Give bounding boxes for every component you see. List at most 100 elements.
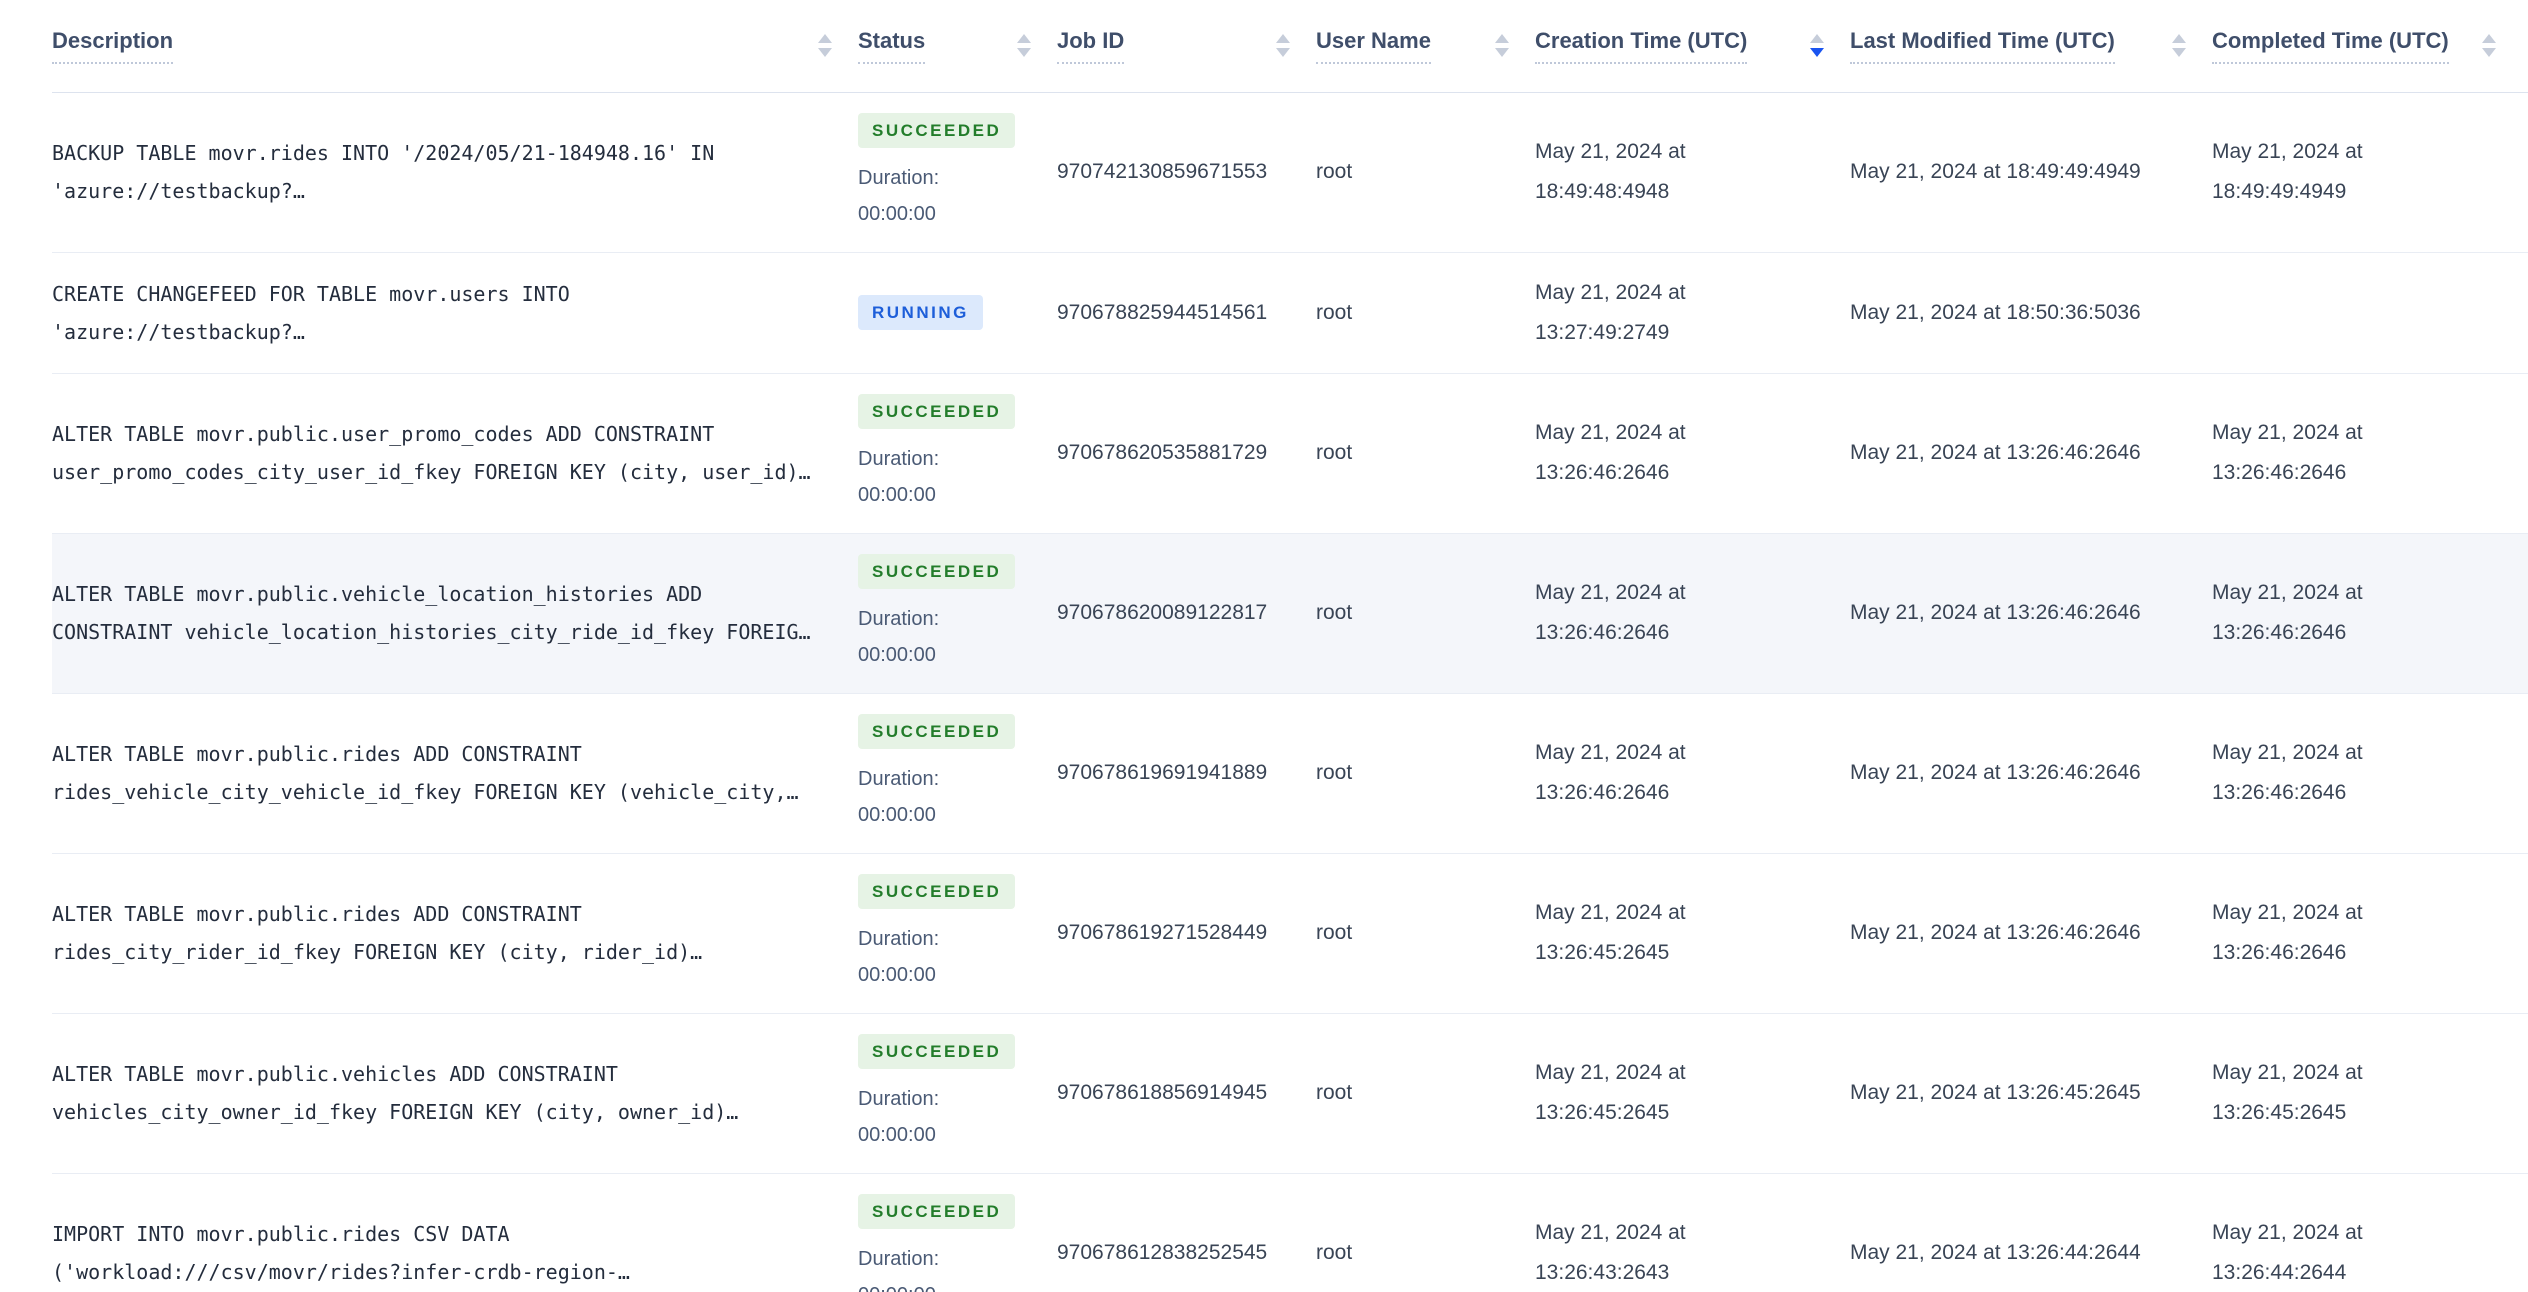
duration-value: 00:00:00 (858, 1277, 1031, 1292)
user-name: root (1316, 533, 1535, 694)
column-label-last-modified-time[interactable]: Last Modified Time (UTC) (1850, 28, 2115, 64)
column-header-user-name[interactable]: User Name (1316, 0, 1535, 93)
table-row[interactable]: ALTER TABLE movr.public.rides ADD CONSTR… (52, 693, 2528, 854)
duration-value: 00:00:00 (858, 643, 936, 666)
sort-desc-icon[interactable] (2482, 48, 2496, 58)
creation-time: May 21, 2024 at 13:26:46:2646 (1535, 741, 1686, 804)
creation-time-cell: May 21, 2024 at 13:26:43:2643 (1535, 1173, 1850, 1292)
column-label-job-id[interactable]: Job ID (1057, 28, 1125, 64)
duration-label: Duration: (858, 607, 940, 630)
sort-icon[interactable] (1495, 34, 1509, 58)
last-modified-time: May 21, 2024 at 18:50:36:5036 (1850, 300, 2141, 324)
job-description[interactable]: BACKUP TABLE movr.rides INTO '/2024/05/2… (52, 134, 832, 210)
sort-icon[interactable] (1810, 34, 1824, 58)
column-header-last-modified-time[interactable]: Last Modified Time (UTC) (1850, 0, 2212, 93)
sort-asc-icon[interactable] (1276, 34, 1290, 44)
job-description[interactable]: ALTER TABLE movr.public.vehicles ADD CON… (52, 1055, 832, 1131)
job-description-cell[interactable]: BACKUP TABLE movr.rides INTO '/2024/05/2… (52, 92, 858, 253)
column-label-completed-time[interactable]: Completed Time (UTC) (2212, 28, 2449, 64)
sort-asc-icon[interactable] (818, 34, 832, 44)
sort-desc-icon[interactable] (1017, 48, 1031, 58)
job-id: 970678619691941889 (1057, 693, 1316, 854)
column-label-status[interactable]: Status (858, 28, 926, 64)
table-row[interactable]: ALTER TABLE movr.public.user_promo_codes… (52, 373, 2528, 534)
table-row[interactable]: ALTER TABLE movr.public.rides ADD CONSTR… (52, 853, 2528, 1014)
sort-icon[interactable] (2172, 34, 2186, 58)
creation-time: May 21, 2024 at 13:26:46:2646 (1535, 421, 1686, 484)
last-modified-time: May 21, 2024 at 13:26:46:2646 (1850, 761, 2141, 784)
job-description[interactable]: CREATE CHANGEFEED FOR TABLE movr.users I… (52, 275, 832, 351)
job-status-cell: SUCCEEDED Duration: 00:00:00 (858, 1173, 1057, 1292)
job-id: 970678825944514561 (1057, 252, 1316, 374)
column-label-user-name[interactable]: User Name (1316, 28, 1431, 64)
job-description-cell[interactable]: CREATE CHANGEFEED FOR TABLE movr.users I… (52, 252, 858, 374)
status-badge: SUCCEEDED (858, 873, 1016, 909)
creation-time-cell: May 21, 2024 at 13:27:49:2749 (1535, 252, 1850, 374)
duration-label: Duration: (858, 767, 940, 790)
job-description-cell[interactable]: IMPORT INTO movr.public.rides CSV DATA (… (52, 1173, 858, 1292)
status-badge: RUNNING (858, 295, 983, 330)
job-id: 970678619271528449 (1057, 853, 1316, 1014)
sort-icon[interactable] (818, 34, 832, 58)
sort-icon[interactable] (1276, 34, 1290, 58)
table-row[interactable]: CREATE CHANGEFEED FOR TABLE movr.users I… (52, 252, 2528, 374)
sort-icon[interactable] (2482, 34, 2496, 58)
column-label-creation-time[interactable]: Creation Time (UTC) (1535, 28, 1748, 64)
job-description[interactable]: ALTER TABLE movr.public.rides ADD CONSTR… (52, 895, 832, 971)
last-modified-time-cell: May 21, 2024 at 13:26:46:2646 (1850, 693, 2212, 854)
completed-time-cell: May 21, 2024 at 18:49:49:4949 (2212, 92, 2528, 253)
status-badge: SUCCEEDED (858, 1193, 1016, 1229)
sort-asc-icon[interactable] (1810, 34, 1824, 44)
column-label-description[interactable]: Description (52, 28, 174, 64)
creation-time-cell: May 21, 2024 at 13:26:45:2645 (1535, 1013, 1850, 1174)
status-badge: SUCCEEDED (858, 112, 1016, 148)
sort-asc-icon[interactable] (1495, 34, 1509, 44)
job-description[interactable]: ALTER TABLE movr.public.rides ADD CONSTR… (52, 735, 832, 811)
last-modified-time-cell: May 21, 2024 at 13:26:46:2646 (1850, 373, 2212, 534)
sort-desc-icon[interactable] (1810, 48, 1824, 58)
sort-icon[interactable] (1017, 34, 1031, 58)
column-header-creation-time[interactable]: Creation Time (UTC) (1535, 0, 1850, 93)
duration-value: 00:00:00 (858, 963, 936, 986)
job-description-cell[interactable]: ALTER TABLE movr.public.rides ADD CONSTR… (52, 853, 858, 1014)
job-description-cell[interactable]: ALTER TABLE movr.public.vehicles ADD CON… (52, 1013, 858, 1174)
job-description-cell[interactable]: ALTER TABLE movr.public.rides ADD CONSTR… (52, 693, 858, 854)
creation-time: May 21, 2024 at 13:26:45:2645 (1535, 901, 1686, 964)
table-row[interactable]: ALTER TABLE movr.public.vehicle_location… (52, 533, 2528, 694)
job-description-cell[interactable]: ALTER TABLE movr.public.vehicle_location… (52, 533, 858, 694)
sort-desc-icon[interactable] (2172, 48, 2186, 58)
creation-time-cell: May 21, 2024 at 13:26:46:2646 (1535, 373, 1850, 534)
sort-desc-icon[interactable] (1495, 48, 1509, 58)
last-modified-time: May 21, 2024 at 13:26:45:2645 (1850, 1081, 2141, 1104)
creation-time: May 21, 2024 at 13:26:45:2645 (1535, 1061, 1686, 1124)
sort-desc-icon[interactable] (1276, 48, 1290, 58)
completed-time-cell (2212, 252, 2528, 374)
job-description-cell[interactable]: ALTER TABLE movr.public.user_promo_codes… (52, 373, 858, 534)
duration-value: 00:00:00 (858, 202, 936, 225)
column-header-completed-time[interactable]: Completed Time (UTC) (2212, 0, 2528, 93)
jobs-table-container: Description Status Job ID User Name Crea… (0, 0, 2528, 1292)
completed-time-cell: May 21, 2024 at 13:26:46:2646 (2212, 853, 2528, 1014)
last-modified-time: May 21, 2024 at 13:26:46:2646 (1850, 441, 2141, 464)
sort-desc-icon[interactable] (818, 48, 832, 58)
sort-asc-icon[interactable] (2172, 34, 2186, 44)
table-row[interactable]: BACKUP TABLE movr.rides INTO '/2024/05/2… (52, 92, 2528, 253)
job-id: 970678612838252545 (1057, 1173, 1316, 1292)
job-description[interactable]: ALTER TABLE movr.public.vehicle_location… (52, 575, 832, 651)
completed-time: May 21, 2024 at 13:26:44:2644 (2212, 1221, 2363, 1284)
status-badge: SUCCEEDED (858, 393, 1016, 429)
completed-time: May 21, 2024 at 13:26:45:2645 (2212, 1061, 2363, 1124)
last-modified-time: May 21, 2024 at 13:26:46:2646 (1850, 921, 2141, 944)
column-header-description[interactable]: Description (52, 0, 858, 93)
sort-asc-icon[interactable] (1017, 34, 1031, 44)
last-modified-time-cell: May 21, 2024 at 13:26:46:2646 (1850, 533, 2212, 694)
job-description[interactable]: IMPORT INTO movr.public.rides CSV DATA (… (52, 1215, 832, 1291)
creation-time: May 21, 2024 at 13:26:43:2643 (1535, 1221, 1686, 1284)
table-row[interactable]: IMPORT INTO movr.public.rides CSV DATA (… (52, 1173, 2528, 1292)
user-name: root (1316, 252, 1535, 374)
job-description[interactable]: ALTER TABLE movr.public.user_promo_codes… (52, 415, 832, 491)
column-header-job-id[interactable]: Job ID (1057, 0, 1316, 93)
table-row[interactable]: ALTER TABLE movr.public.vehicles ADD CON… (52, 1013, 2528, 1174)
sort-asc-icon[interactable] (2482, 34, 2496, 44)
column-header-status[interactable]: Status (858, 0, 1057, 93)
